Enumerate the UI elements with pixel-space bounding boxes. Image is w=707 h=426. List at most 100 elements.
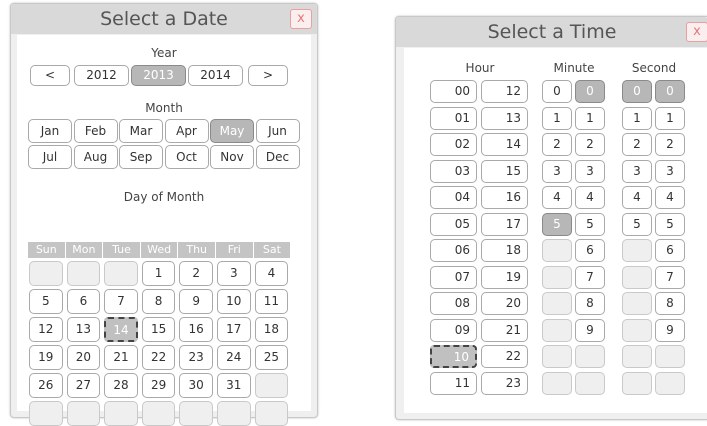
time-close-button[interactable]: x [686, 22, 707, 42]
minute-ones-option[interactable]: 8 [575, 292, 605, 315]
day-cell[interactable]: 14 [104, 317, 138, 342]
second-ones-option[interactable]: 4 [655, 186, 685, 209]
day-cell[interactable]: 8 [141, 289, 176, 314]
hour-option[interactable]: 14 [481, 133, 528, 156]
second-tens-option[interactable]: 2 [622, 133, 652, 156]
minute-ones-option[interactable]: 9 [575, 318, 605, 342]
month-option[interactable]: Sep [119, 145, 163, 169]
month-option[interactable]: Mar [119, 119, 163, 143]
hour-option[interactable]: 03 [430, 159, 477, 183]
year-next-button[interactable]: > [248, 65, 288, 86]
day-cell[interactable]: 12 [29, 317, 63, 342]
day-cell[interactable]: 28 [104, 373, 138, 398]
day-cell[interactable]: 23 [179, 345, 213, 370]
hour-option[interactable]: 00 [430, 80, 477, 103]
second-tens-option[interactable]: 1 [622, 106, 652, 130]
hour-option[interactable]: 21 [481, 318, 528, 342]
year-option[interactable]: 2014 [188, 65, 243, 86]
day-cell[interactable]: 20 [66, 345, 101, 370]
second-ones-option[interactable]: 1 [655, 106, 685, 130]
date-close-button[interactable]: x [290, 9, 312, 29]
minute-ones-option[interactable]: 1 [575, 106, 605, 130]
day-cell[interactable]: 27 [66, 373, 101, 398]
month-option[interactable]: Jun [255, 119, 300, 143]
minute-ones-option[interactable]: 4 [575, 186, 605, 209]
day-cell[interactable]: 15 [141, 317, 176, 342]
day-cell[interactable]: 2 [179, 261, 213, 286]
second-ones-option[interactable]: 3 [655, 159, 685, 183]
month-option[interactable]: Apr [164, 119, 209, 143]
hour-option[interactable]: 20 [481, 292, 528, 315]
hour-option[interactable]: 15 [481, 159, 528, 183]
minute-tens-option[interactable]: 3 [542, 159, 572, 183]
minute-tens-option[interactable]: 0 [542, 80, 572, 103]
minute-ones-option[interactable]: 3 [575, 159, 605, 183]
hour-option[interactable]: 08 [430, 292, 477, 315]
hour-option[interactable]: 16 [481, 186, 528, 209]
day-cell[interactable]: 31 [217, 373, 251, 398]
month-option[interactable]: Jul [28, 145, 72, 169]
hour-option[interactable]: 04 [430, 186, 477, 209]
hour-option[interactable]: 22 [481, 345, 528, 368]
minute-tens-option[interactable]: 2 [542, 133, 572, 156]
day-cell[interactable]: 19 [29, 345, 63, 370]
day-cell[interactable]: 7 [104, 289, 138, 314]
day-cell[interactable]: 3 [217, 261, 251, 286]
hour-option[interactable]: 23 [481, 371, 528, 395]
hour-option[interactable]: 11 [430, 371, 477, 395]
hour-option[interactable]: 07 [430, 265, 477, 289]
hour-option[interactable]: 12 [481, 80, 528, 103]
day-cell[interactable]: 16 [179, 317, 213, 342]
day-cell[interactable]: 1 [141, 261, 176, 286]
day-cell[interactable]: 18 [254, 317, 289, 342]
minute-tens-option[interactable]: 4 [542, 186, 572, 209]
hour-option[interactable]: 19 [481, 265, 528, 289]
day-cell[interactable]: 11 [254, 289, 289, 314]
hour-option[interactable]: 13 [481, 106, 528, 130]
day-cell[interactable]: 25 [254, 345, 289, 370]
second-ones-option[interactable]: 9 [655, 318, 685, 342]
day-cell[interactable]: 24 [217, 345, 251, 370]
second-tens-option[interactable]: 5 [622, 212, 652, 236]
day-cell[interactable]: 26 [29, 373, 63, 398]
day-cell[interactable]: 13 [66, 317, 101, 342]
minute-ones-option[interactable]: 7 [575, 265, 605, 289]
day-cell[interactable]: 17 [217, 317, 251, 342]
second-tens-option[interactable]: 3 [622, 159, 652, 183]
hour-option[interactable]: 09 [430, 318, 477, 342]
month-option[interactable]: Aug [73, 145, 118, 169]
day-cell[interactable]: 9 [179, 289, 213, 314]
day-cell[interactable]: 5 [29, 289, 63, 314]
day-cell[interactable]: 29 [141, 373, 176, 398]
hour-option[interactable]: 01 [430, 106, 477, 130]
second-tens-option[interactable]: 0 [622, 80, 652, 103]
minute-tens-option[interactable]: 5 [542, 212, 572, 236]
year-prev-button[interactable]: < [30, 65, 70, 86]
minute-ones-option[interactable]: 0 [575, 80, 605, 103]
hour-option[interactable]: 10 [430, 345, 477, 368]
second-tens-option[interactable]: 4 [622, 186, 652, 209]
month-option[interactable]: May [210, 119, 254, 143]
minute-ones-option[interactable]: 2 [575, 133, 605, 156]
month-option[interactable]: Nov [210, 145, 254, 169]
minute-tens-option[interactable]: 1 [542, 106, 572, 130]
second-ones-option[interactable]: 5 [655, 212, 685, 236]
hour-option[interactable]: 05 [430, 212, 477, 236]
second-ones-option[interactable]: 8 [655, 292, 685, 315]
month-option[interactable]: Oct [164, 145, 209, 169]
day-cell[interactable]: 6 [66, 289, 101, 314]
day-cell[interactable]: 10 [217, 289, 251, 314]
month-option[interactable]: Feb [73, 119, 118, 143]
day-cell[interactable]: 4 [254, 261, 289, 286]
day-cell[interactable]: 30 [179, 373, 213, 398]
second-ones-option[interactable]: 0 [655, 80, 685, 103]
day-cell[interactable]: 22 [141, 345, 176, 370]
hour-option[interactable]: 18 [481, 239, 528, 262]
hour-option[interactable]: 17 [481, 212, 528, 236]
day-cell[interactable]: 21 [104, 345, 138, 370]
second-ones-option[interactable]: 7 [655, 265, 685, 289]
year-option[interactable]: 2012 [74, 65, 129, 86]
month-option[interactable]: Jan [28, 119, 72, 143]
hour-option[interactable]: 06 [430, 239, 477, 262]
month-option[interactable]: Dec [255, 145, 300, 169]
